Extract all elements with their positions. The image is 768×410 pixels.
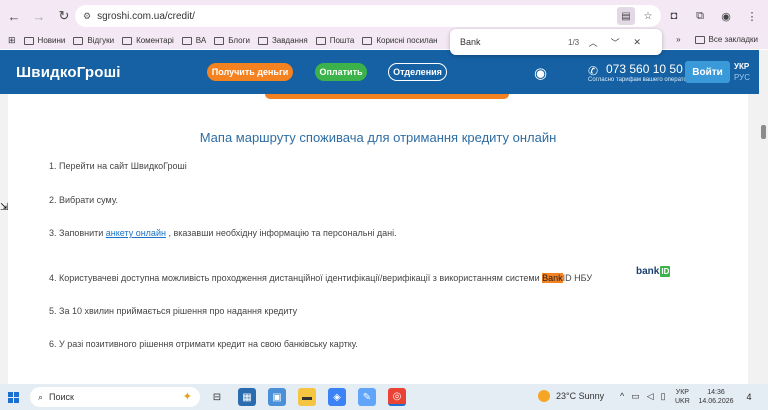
accessibility-eye-icon[interactable]: ◉ (534, 64, 547, 82)
bookmark-folder[interactable]: Коментарі (122, 36, 174, 45)
weather-widget[interactable]: 23°C Sunny (538, 390, 604, 402)
search-highlight-icon: ✦ (182, 391, 192, 403)
extensions-icon[interactable]: ⧉ (690, 6, 710, 26)
reload-icon[interactable]: ↻ (53, 5, 75, 27)
screenshot-icon[interactable]: ◘ (664, 6, 684, 26)
menu-icon[interactable]: ⋮ (742, 6, 762, 26)
phone-icon: ✆ (588, 64, 599, 78)
folder-icon (315, 36, 326, 45)
content-card: Мапа маршруту споживача для отримання кр… (8, 94, 748, 384)
step-1: 1. Перейти на сайт ШвидкоГроші (49, 161, 187, 171)
clock[interactable]: 14:36 14.06.2026 (698, 388, 734, 406)
bookmark-folder[interactable]: Відгуки (73, 36, 114, 45)
chrome-icon[interactable]: ◎ (388, 388, 406, 406)
bookmark-folder[interactable]: ВА (181, 36, 206, 45)
more-bookmarks-button[interactable]: » (676, 35, 680, 44)
find-close-icon[interactable]: ✕ (629, 34, 645, 50)
page-title: Мапа маршруту споживача для отримання кр… (199, 130, 557, 145)
store-icon[interactable]: ▦ (238, 388, 256, 406)
page-scrollbar[interactable] (759, 50, 768, 384)
step-6: 6. У разі позитивного рішення отримати к… (49, 339, 358, 349)
system-tray: ^ ▭ ◁ ▯ (620, 391, 666, 402)
site-info-icon[interactable]: ⚙ (83, 11, 91, 22)
file-explorer-icon[interactable]: ▬ (298, 388, 316, 406)
windows-logo-icon (7, 391, 19, 403)
task-view-icon[interactable]: ⊟ (208, 388, 226, 406)
find-next-icon[interactable]: ﹀ (607, 34, 623, 50)
folder-icon (23, 36, 34, 45)
search-icon: ⌕ (38, 391, 44, 402)
bookmark-folder[interactable]: Корисні посилан (362, 36, 438, 45)
folder-icon (73, 36, 84, 45)
all-bookmarks-button[interactable]: Все закладки (709, 35, 758, 44)
profile-icon[interactable]: ◉ (716, 6, 736, 26)
bookmark-folder[interactable]: Пошта (315, 36, 354, 45)
find-in-page-icon[interactable]: ▤ (617, 7, 635, 25)
bankid-logo: bank ID (636, 266, 671, 277)
pay-button[interactable]: Оплатить (315, 63, 367, 81)
site-logo[interactable]: ШвидкоГроші (16, 64, 121, 81)
folder-icon (694, 35, 705, 44)
back-icon[interactable]: ← (3, 5, 25, 27)
folder-icon (181, 36, 192, 45)
orange-button-edge (265, 94, 509, 99)
phone-note: Согласно тарифам вашего оператора (588, 77, 694, 83)
lang-rus[interactable]: РУС (734, 73, 750, 82)
form-link[interactable]: анкету онлайн (106, 228, 166, 238)
calculator-icon[interactable]: ▣ (268, 388, 286, 406)
address-bar[interactable]: ⚙ sgroshi.com.ua/credit/ ▤ ☆ (75, 5, 661, 27)
bookmark-folder[interactable]: Блоги (214, 36, 250, 45)
copilot-icon[interactable]: ◈ (328, 388, 346, 406)
forward-icon[interactable]: → (28, 5, 50, 27)
phone-number[interactable]: 073 560 10 50 (606, 62, 683, 76)
find-bar: Bank 1/3 ︿ ﹀ ✕ (450, 29, 662, 55)
step-3: 3. Заповнити анкету онлайн , вказавши не… (49, 228, 397, 238)
find-match-count: 1/3 (568, 37, 580, 47)
folder-icon (362, 36, 373, 45)
find-input[interactable]: Bank (460, 37, 550, 47)
folder-icon (214, 36, 225, 45)
volume-icon[interactable]: ◁ (647, 391, 654, 402)
branches-button[interactable]: Отделения (388, 63, 447, 81)
mouse-cursor-icon: ⇲ (0, 202, 9, 213)
page-content: Мапа маршруту споживача для отримання кр… (0, 94, 768, 384)
folder-icon (257, 36, 268, 45)
network-icon[interactable]: ▭ (631, 391, 640, 402)
lang-ukr[interactable]: УКР (734, 62, 749, 71)
login-button[interactable]: Войти (685, 61, 730, 83)
notification-icon[interactable]: 4 (742, 390, 756, 404)
sun-icon (538, 390, 550, 402)
keyboard-layout[interactable]: УКР UKR (675, 388, 690, 406)
bookmark-folder[interactable]: Завдання (257, 36, 308, 45)
tray-chevron-icon[interactable]: ^ (620, 391, 624, 402)
start-button[interactable] (0, 384, 26, 410)
battery-icon[interactable]: ▯ (661, 391, 666, 402)
scroll-thumb[interactable] (761, 125, 766, 139)
taskbar-search[interactable]: ⌕ Поиск ✦ (30, 387, 200, 407)
find-highlight: Bank (542, 273, 563, 283)
get-money-button[interactable]: Получить деньги (207, 63, 293, 81)
apps-icon[interactable]: ⊞ (8, 35, 16, 46)
bookmark-star-icon[interactable]: ☆ (639, 7, 657, 25)
browser-toolbar: ← → ↻ ⚙ sgroshi.com.ua/credit/ ▤ ☆ ◘ ⧉ ◉… (0, 0, 768, 32)
step-4: 4. Користувачеві доступна можливість про… (49, 273, 593, 283)
step-2: 2. Вибрати суму. (49, 195, 118, 205)
url-text: sgroshi.com.ua/credit/ (97, 10, 195, 22)
bookmark-folder[interactable]: Новини (23, 36, 65, 45)
step-5: 5. За 10 хвилин приймається рішення про … (49, 306, 298, 316)
folder-icon (122, 36, 133, 45)
site-header: ШвидкоГроші Получить деньги Оплатить Отд… (0, 50, 768, 94)
find-prev-icon[interactable]: ︿ (585, 34, 601, 50)
notepad-icon[interactable]: ✎ (358, 388, 376, 406)
windows-taskbar: ⌕ Поиск ✦ ⊟ ▦ ▣ ▬ ◈ ✎ ◎ 23°C Sunny ^ ▭ ◁… (0, 384, 768, 410)
